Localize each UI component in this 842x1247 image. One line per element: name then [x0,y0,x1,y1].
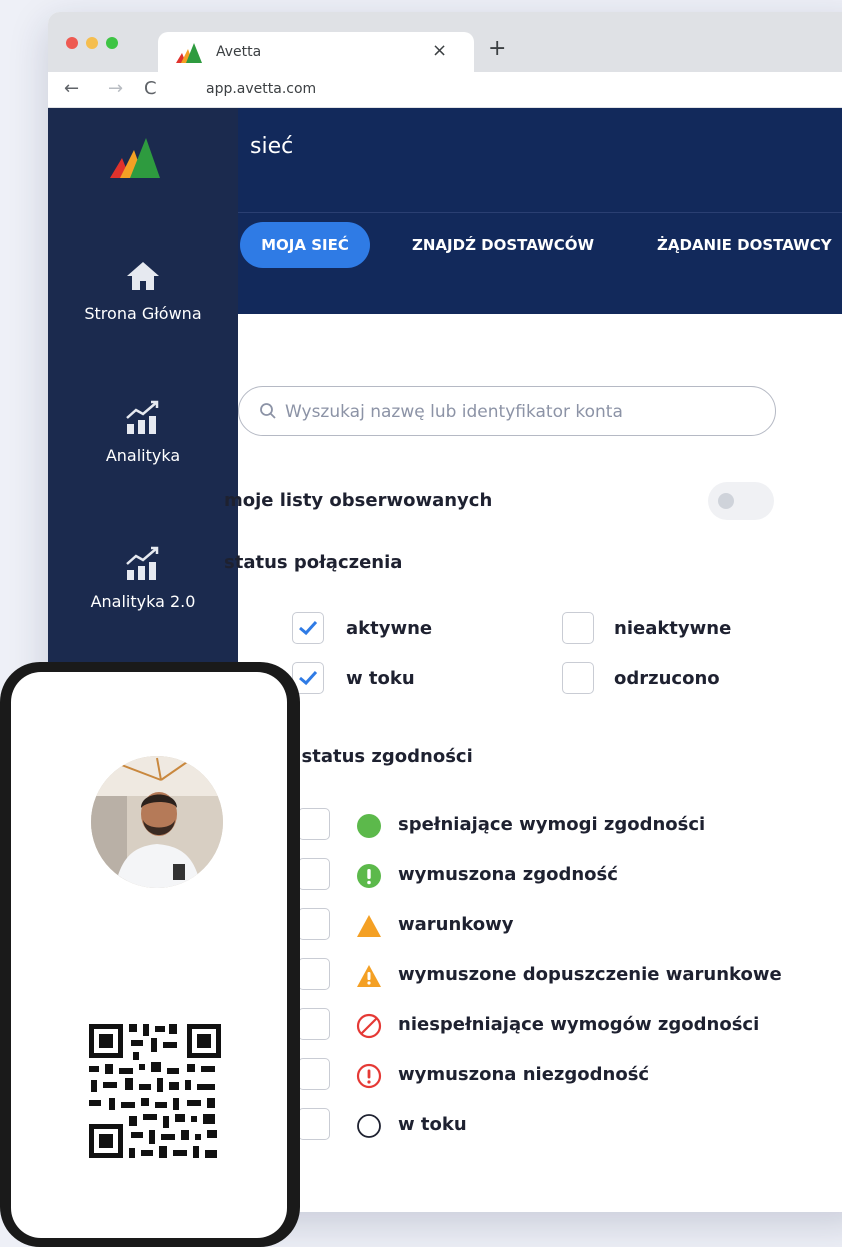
toggle-knob [718,493,734,509]
person-photo [91,756,223,888]
checkbox-label: odrzucono [614,668,720,689]
qr-code [69,1012,241,1182]
header-divider [238,212,842,213]
checkbox-rejected[interactable] [562,662,594,694]
home-icon [127,262,159,290]
checkbox-forced-non-compliant[interactable] [298,1058,330,1090]
connection-status-label: status połączenia [224,552,403,573]
checkbox-label: w toku [398,1114,467,1135]
watchlists-label: moje listy obserwowanych [224,490,493,511]
tab-supplier-request[interactable]: ŻĄDANIE DOSTAWCY [657,222,832,268]
checkbox-label: wymuszona zgodność [398,864,618,885]
checkbox-compliant[interactable] [298,808,330,840]
green-circle-icon [357,814,381,838]
checkbox-label: nieaktywne [614,618,732,639]
sidebar-item-label: Strona Główna [84,304,202,323]
checkbox-label: spełniające wymogi zgodności [398,814,706,835]
tab-my-network[interactable]: MOJA SIEĆ [240,222,370,268]
analytics-icon [126,400,159,434]
page-title: sieć [250,134,294,159]
checkbox-compliance-pending[interactable] [298,1108,330,1140]
red-prohibited-icon [356,1013,382,1039]
green-exclamation-icon [357,864,381,888]
avetta-logo-icon [110,138,160,178]
search-input[interactable] [283,387,757,436]
avatar [91,756,223,888]
sidebar-item-analytics-2[interactable]: Analityka 2.0 [48,544,238,611]
tab-find-suppliers[interactable]: ZNAJDŹ DOSTAWCÓW [412,222,594,268]
qr-code-icon [89,1024,221,1158]
phone-mockup [0,662,300,1247]
orange-warning-triangle-icon [357,965,381,987]
sidebar-item-home[interactable]: Strona Główna [48,256,238,323]
search-box[interactable] [238,386,776,436]
checkbox-forced-conditional[interactable] [298,958,330,990]
analytics-icon [126,546,159,580]
search-icon [260,403,276,419]
watchlists-toggle[interactable] [708,482,774,520]
checkmark-icon [299,620,318,636]
checkbox-label: w toku [346,668,415,689]
checkbox-label: aktywne [346,618,433,639]
orange-triangle-icon [357,915,381,937]
checkbox-conditional[interactable] [298,908,330,940]
checkbox-label: warunkowy [398,914,514,935]
checkbox-label: niespełniające wymogów zgodności [398,1014,760,1035]
checkbox-label: wymuszona niezgodność [398,1064,650,1085]
checkbox-active[interactable] [292,612,324,644]
checkbox-label: wymuszone dopuszczenie warunkowe [398,964,782,985]
phone-screen [11,672,287,1238]
checkbox-non-compliant[interactable] [298,1008,330,1040]
red-exclamation-circle-icon [356,1063,382,1089]
sidebar-item-analytics[interactable]: Analityka [48,398,238,465]
checkbox-forced-compliant[interactable] [298,858,330,890]
sidebar-item-label: Analityka 2.0 [90,592,196,611]
empty-circle-icon [357,1114,381,1138]
header-bar [238,108,842,314]
checkmark-icon [299,670,318,686]
sidebar-item-label: Analityka [105,446,181,465]
checkbox-inactive[interactable] [562,612,594,644]
